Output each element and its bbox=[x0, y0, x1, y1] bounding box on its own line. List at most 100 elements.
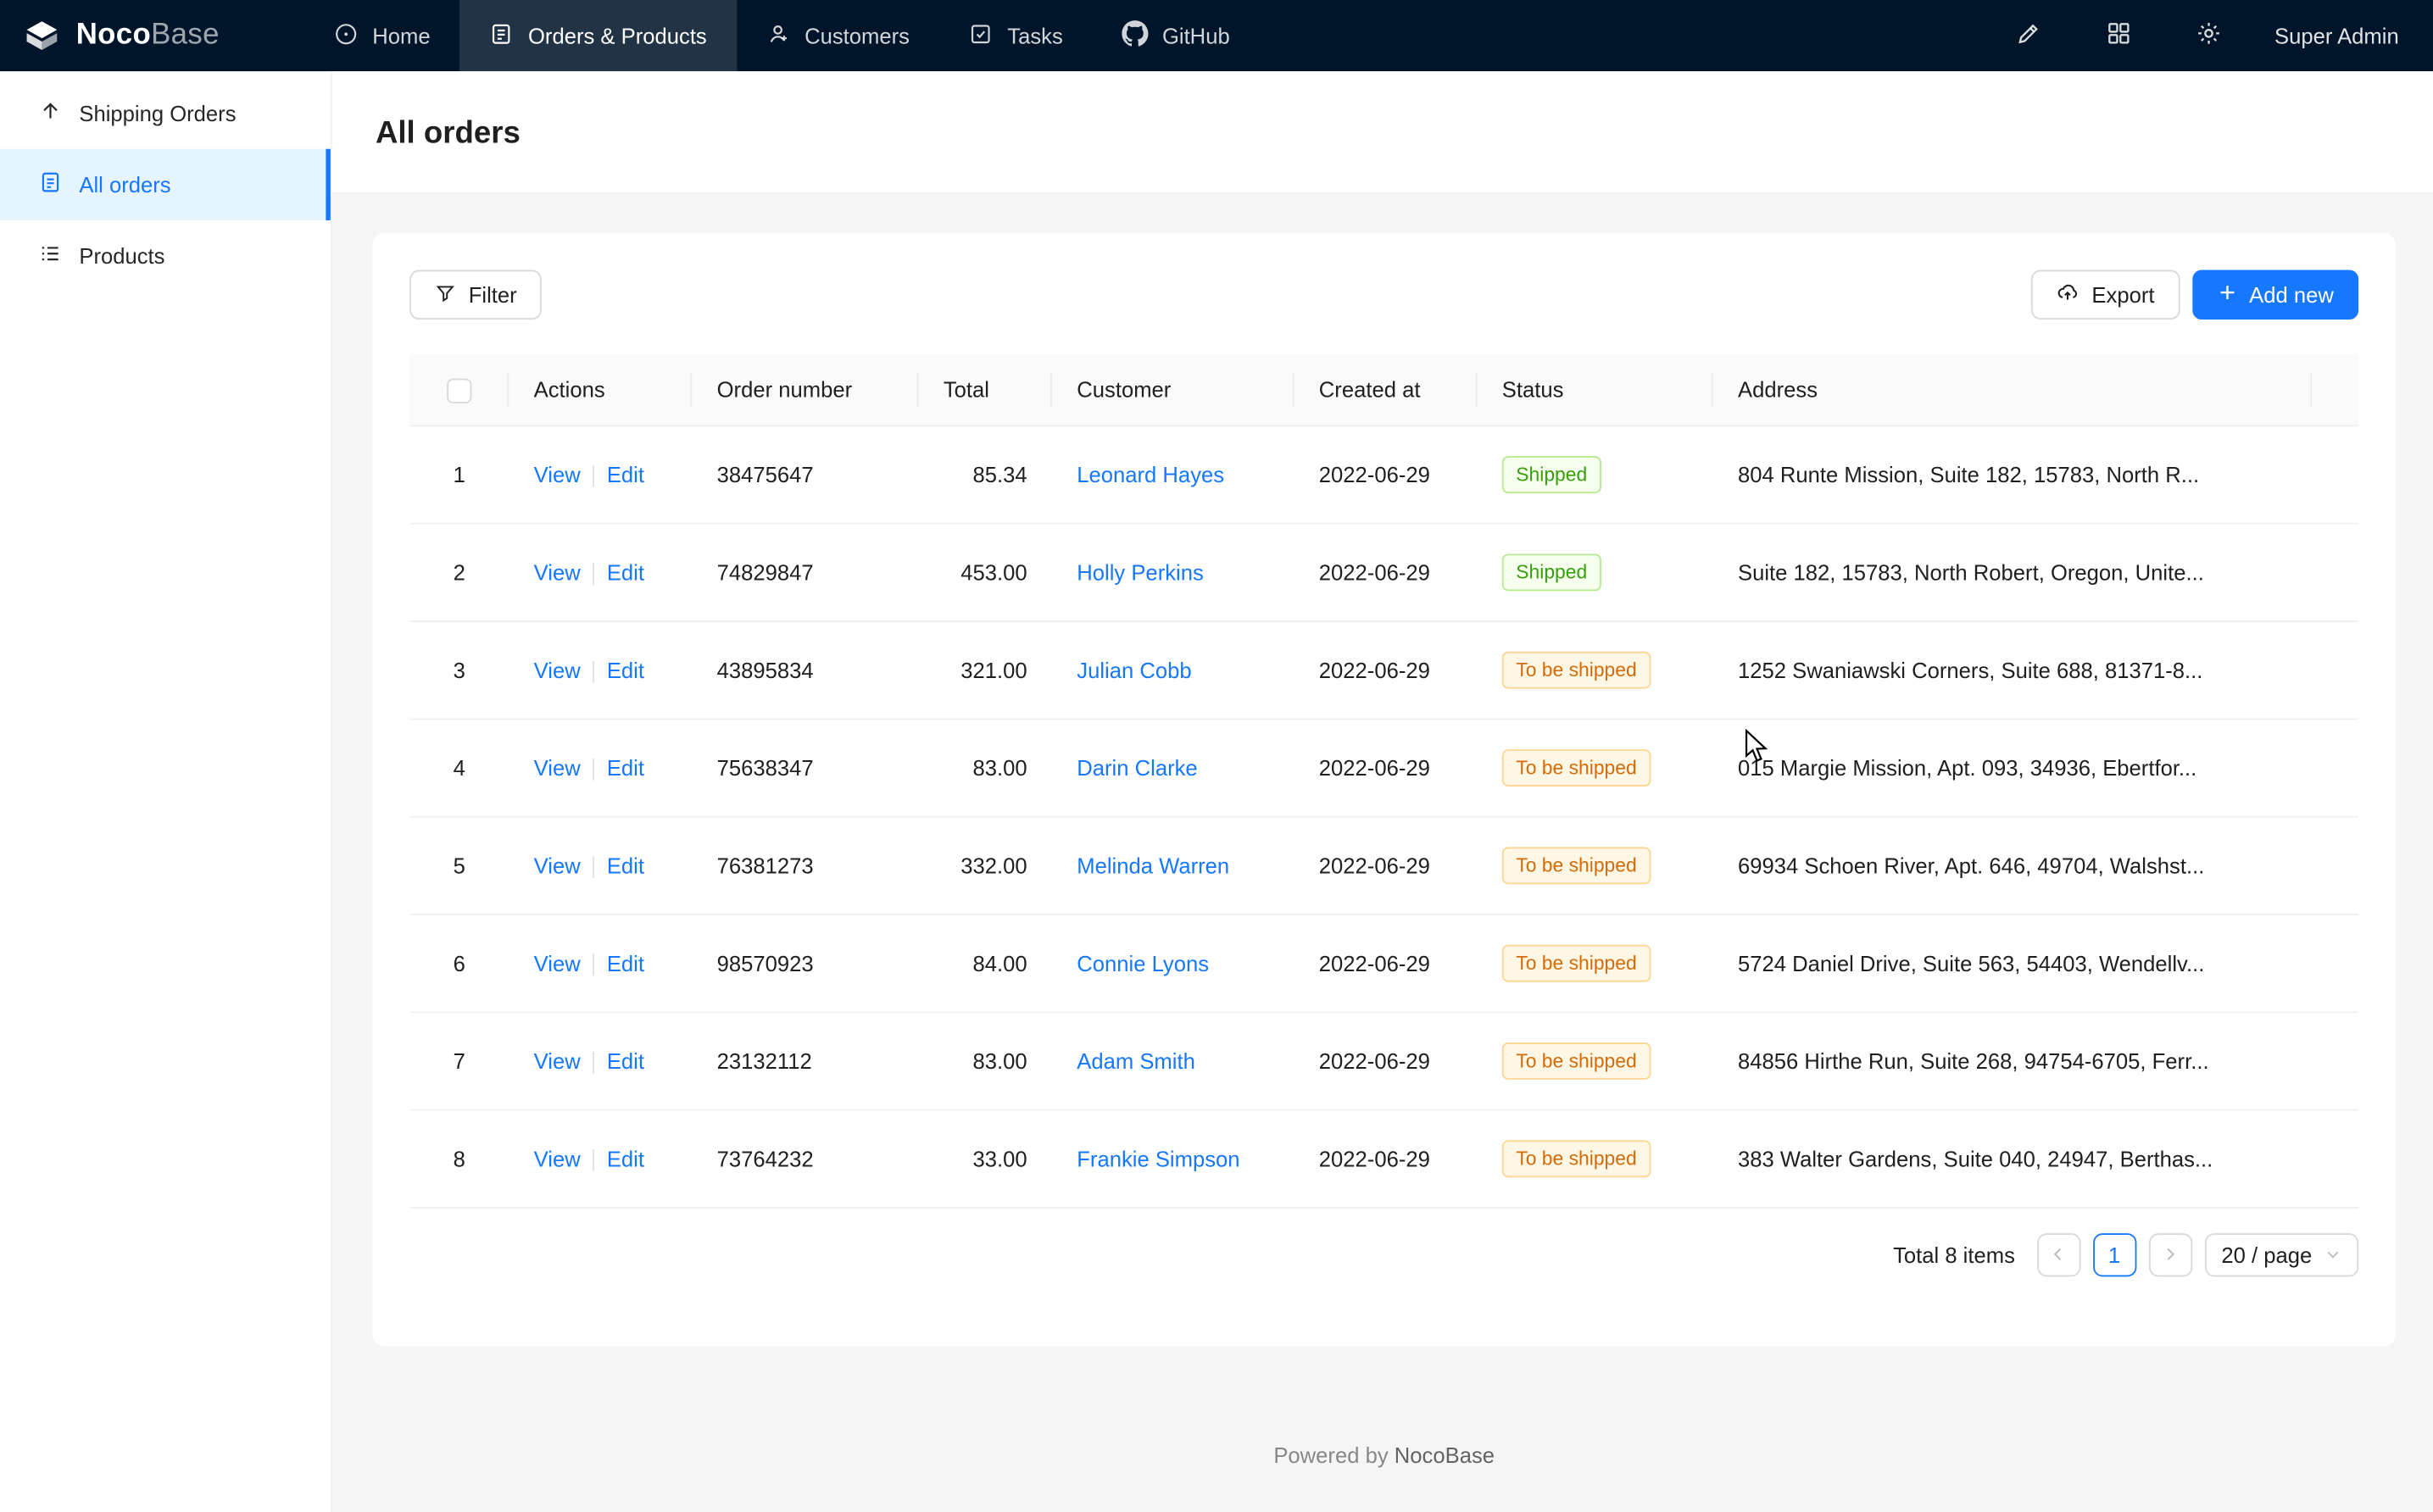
table-row: 7 ViewEdit 23132112 83.00 Adam Smith 202… bbox=[409, 1012, 2358, 1109]
page-title: All orders bbox=[376, 112, 2390, 155]
main-area: All orders Filter bbox=[332, 71, 2433, 1512]
page-header: All orders bbox=[332, 71, 2433, 192]
customer-link[interactable]: Julian Cobb bbox=[1077, 658, 1191, 682]
order-number-cell: 73764232 bbox=[692, 1110, 918, 1208]
total-cell: 453.00 bbox=[919, 524, 1052, 621]
status-badge: Shipped bbox=[1502, 456, 1601, 493]
customer-link[interactable]: Leonard Hayes bbox=[1077, 462, 1224, 486]
user-menu[interactable]: Super Admin bbox=[2274, 23, 2399, 47]
ui-editor-button[interactable] bbox=[2005, 11, 2055, 61]
view-link[interactable]: View bbox=[534, 462, 581, 486]
customer-link[interactable]: Melinda Warren bbox=[1077, 853, 1229, 878]
edit-link[interactable]: Edit bbox=[607, 951, 644, 976]
nav-item-label: Customers bbox=[805, 23, 910, 47]
action-divider bbox=[593, 954, 594, 976]
view-link[interactable]: View bbox=[534, 951, 581, 976]
edit-link[interactable]: Edit bbox=[607, 462, 644, 486]
brand[interactable]: NocoBase bbox=[0, 15, 304, 56]
created-at-cell: 2022-06-29 bbox=[1294, 1012, 1478, 1109]
edit-link[interactable]: Edit bbox=[607, 755, 644, 780]
view-link[interactable]: View bbox=[534, 560, 581, 585]
status-badge: To be shipped bbox=[1502, 1140, 1651, 1177]
select-all-checkbox[interactable] bbox=[447, 379, 471, 403]
column-header-actions: Actions bbox=[509, 353, 692, 425]
row-index: 3 bbox=[409, 621, 509, 719]
page-1-button[interactable]: 1 bbox=[2092, 1233, 2135, 1276]
github-icon bbox=[1122, 20, 1148, 52]
edit-link[interactable]: Edit bbox=[607, 1048, 644, 1073]
nav-item-label: Tasks bbox=[1007, 23, 1063, 47]
table-row: 3 ViewEdit 43895834 321.00 Julian Cobb 2… bbox=[409, 621, 2358, 719]
nav-item-home[interactable]: Home bbox=[304, 0, 460, 71]
next-page-button[interactable] bbox=[2148, 1233, 2191, 1276]
view-link[interactable]: View bbox=[534, 1048, 581, 1073]
order-number-cell: 74829847 bbox=[692, 524, 918, 621]
view-link[interactable]: View bbox=[534, 1147, 581, 1171]
edit-link[interactable]: Edit bbox=[607, 560, 644, 585]
page-size-select[interactable]: 20 / page bbox=[2204, 1233, 2358, 1276]
nav-item-tasks[interactable]: Tasks bbox=[939, 0, 1093, 71]
column-header-total: Total bbox=[919, 353, 1052, 425]
prev-page-button[interactable] bbox=[2037, 1233, 2080, 1276]
customer-link[interactable]: Holly Perkins bbox=[1077, 560, 1204, 585]
pagination-total: Total 8 items bbox=[1893, 1242, 2015, 1267]
nav-item-orders-products[interactable]: Orders & Products bbox=[459, 0, 736, 71]
status-badge: To be shipped bbox=[1502, 749, 1651, 787]
row-index: 8 bbox=[409, 1110, 509, 1208]
export-button[interactable]: Export bbox=[2031, 270, 2180, 320]
filter-icon bbox=[435, 281, 457, 308]
customer-link[interactable]: Adam Smith bbox=[1077, 1048, 1195, 1073]
settings-button[interactable] bbox=[2185, 11, 2235, 61]
edit-link[interactable]: Edit bbox=[607, 658, 644, 682]
view-link[interactable]: View bbox=[534, 853, 581, 878]
status-badge: To be shipped bbox=[1502, 652, 1651, 689]
order-number-cell: 75638347 bbox=[692, 719, 918, 816]
add-new-button[interactable]: Add new bbox=[2191, 270, 2358, 320]
view-link[interactable]: View bbox=[534, 658, 581, 682]
order-number-cell: 76381273 bbox=[692, 817, 918, 914]
action-divider bbox=[593, 466, 594, 488]
nav-item-customers[interactable]: Customers bbox=[737, 0, 939, 71]
add-new-label: Add new bbox=[2249, 282, 2334, 307]
customer-link[interactable]: Frankie Simpson bbox=[1077, 1147, 1239, 1171]
filter-button[interactable]: Filter bbox=[409, 270, 542, 320]
sidebar-item-products[interactable]: Products bbox=[0, 220, 331, 292]
order-number-cell: 43895834 bbox=[692, 621, 918, 719]
address-cell: Suite 182, 15783, North Robert, Oregon, … bbox=[1713, 524, 2313, 621]
status-badge: To be shipped bbox=[1502, 945, 1651, 982]
row-index: 5 bbox=[409, 817, 509, 914]
address-cell: 1252 Swaniawski Corners, Suite 688, 8137… bbox=[1713, 621, 2313, 719]
created-at-cell: 2022-06-29 bbox=[1294, 914, 1478, 1012]
table-row: 8 ViewEdit 73764232 33.00 Frankie Simpso… bbox=[409, 1110, 2358, 1208]
total-cell: 85.34 bbox=[919, 425, 1052, 523]
orders-table: Actions Order number Total Customer Crea… bbox=[409, 353, 2358, 1209]
export-label: Export bbox=[2091, 282, 2154, 307]
top-navbar: NocoBase Home Orders & Pro bbox=[0, 0, 2433, 71]
column-header-empty bbox=[2312, 353, 2358, 425]
action-divider bbox=[593, 1150, 594, 1172]
table-toolbar: Filter Export bbox=[409, 270, 2358, 320]
chevron-right-icon bbox=[2162, 1242, 2179, 1267]
total-cell: 84.00 bbox=[919, 914, 1052, 1012]
row-index: 4 bbox=[409, 719, 509, 816]
row-index: 7 bbox=[409, 1012, 509, 1109]
sidebar-item-shipping-orders[interactable]: Shipping Orders bbox=[0, 78, 331, 149]
status-badge: To be shipped bbox=[1502, 1042, 1651, 1080]
edit-link[interactable]: Edit bbox=[607, 1147, 644, 1171]
action-divider bbox=[593, 857, 594, 879]
edit-link[interactable]: Edit bbox=[607, 853, 644, 878]
chevron-left-icon bbox=[2050, 1242, 2067, 1267]
plugin-manager-button[interactable] bbox=[2095, 11, 2145, 61]
column-header-order-number: Order number bbox=[692, 353, 918, 425]
address-cell: 015 Margie Mission, Apt. 093, 34936, Ebe… bbox=[1713, 719, 2313, 816]
action-divider bbox=[593, 564, 594, 586]
customer-link[interactable]: Connie Lyons bbox=[1077, 951, 1209, 976]
table-header-row: Actions Order number Total Customer Crea… bbox=[409, 353, 2358, 425]
customer-link[interactable]: Darin Clarke bbox=[1077, 755, 1197, 780]
address-cell: 84856 Hirthe Run, Suite 268, 94754-6705,… bbox=[1713, 1012, 2313, 1109]
view-link[interactable]: View bbox=[534, 755, 581, 780]
pagination: Total 8 items 1 bbox=[409, 1233, 2358, 1276]
nav-item-github[interactable]: GitHub bbox=[1093, 0, 1260, 71]
home-icon bbox=[334, 21, 359, 51]
sidebar-item-all-orders[interactable]: All orders bbox=[0, 149, 331, 220]
